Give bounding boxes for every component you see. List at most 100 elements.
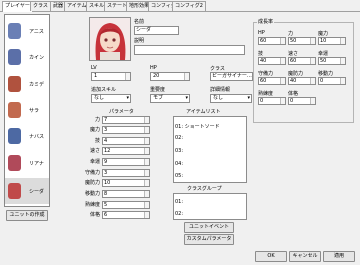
detail-info-value: なし (213, 95, 224, 101)
growth-spinbox[interactable]: 50 (318, 57, 346, 65)
param-spinbox[interactable]: 12 (102, 147, 150, 155)
growth-spinbox[interactable]: 0 (288, 97, 316, 105)
param-spinbox[interactable]: 5 (102, 201, 150, 209)
list-item[interactable]: アニス (5, 18, 49, 44)
character-sprite-icon (8, 23, 21, 39)
param-spinbox[interactable]: 6 (102, 211, 150, 219)
list-item[interactable]: 03: (175, 148, 183, 154)
params-panel: 力 7 魔力 3 技 4 速さ 12 幸運 9 守備力 3 魔防力 10 移動力… (84, 116, 166, 236)
spin-arrows-icon[interactable] (144, 127, 149, 133)
spin-arrows-icon[interactable] (144, 138, 149, 144)
spin-arrows-icon[interactable] (280, 58, 285, 64)
class-label: クラス (210, 66, 225, 72)
spin-arrows-icon[interactable] (280, 78, 285, 84)
spin-arrows-icon[interactable] (144, 191, 149, 197)
param-label: 力 (94, 117, 100, 123)
param-spinbox[interactable]: 3 (102, 126, 150, 134)
spin-arrows-icon[interactable] (144, 170, 149, 176)
spin-arrows-icon[interactable] (340, 38, 345, 44)
create-unit-button[interactable]: ユニットの作成 (6, 210, 48, 221)
item-list[interactable]: 01: ショートソード 02: 03: 04: 05: (173, 116, 247, 183)
growth-spinbox[interactable]: 0 (318, 77, 346, 85)
spin-arrows-icon[interactable] (280, 38, 285, 44)
spin-arrows-icon[interactable] (144, 202, 149, 208)
spin-arrows-icon[interactable] (125, 73, 130, 80)
custom-parameter-button[interactable]: カスタムパラメータ (184, 234, 234, 245)
spin-arrows-icon[interactable] (144, 117, 149, 123)
growth-label: 守備力 (258, 71, 274, 77)
detail-info-select[interactable]: なし ▾ (210, 94, 252, 103)
growth-spinbox[interactable]: 60 (288, 57, 316, 65)
growth-spinbox[interactable]: 60 (258, 37, 286, 45)
list-item-selected[interactable]: シーダ (5, 178, 49, 204)
spin-arrows-icon[interactable] (144, 159, 149, 165)
unit-event-button[interactable]: ユニットイベント (184, 222, 234, 233)
list-item[interactable]: カイン (5, 44, 49, 70)
list-item[interactable]: サラ (5, 97, 49, 123)
param-label: 守備力 (84, 170, 100, 176)
class-select[interactable]: ピーガサイナー… (210, 72, 253, 81)
character-name: アニス (29, 29, 44, 35)
growth-spinbox[interactable]: 50 (288, 37, 316, 45)
param-spinbox[interactable]: 9 (102, 158, 150, 166)
chevron-down-icon[interactable]: ▾ (126, 95, 129, 102)
list-item[interactable]: 05: (175, 173, 183, 179)
spin-arrows-icon[interactable] (310, 78, 315, 84)
character-list[interactable]: アニス カイン カミデ サラ ナバス リアナ シーダ (4, 14, 50, 207)
ok-button[interactable]: OK (255, 251, 287, 262)
spin-arrows-icon[interactable] (340, 78, 345, 84)
spin-arrows-icon[interactable] (340, 58, 345, 64)
growth-value: 40 (260, 58, 267, 64)
list-item[interactable]: 02: (175, 211, 183, 217)
list-item[interactable]: 01: (175, 199, 183, 205)
class-group-list[interactable]: 01: 02: (173, 193, 247, 220)
portrait-image[interactable] (89, 17, 131, 61)
importance-select[interactable]: モブ ▾ (150, 94, 190, 103)
spin-arrows-icon[interactable] (310, 38, 315, 44)
growth-label: 力 (288, 31, 294, 37)
spin-arrows-icon[interactable] (144, 212, 149, 218)
growth-spinbox[interactable]: 40 (258, 57, 286, 65)
character-name: シーダ (29, 189, 45, 195)
tab-config2[interactable]: コンフィグ2 (172, 1, 206, 11)
lv-spinbox[interactable]: 1 (91, 72, 131, 81)
spin-arrows-icon[interactable] (310, 58, 315, 64)
character-sprite-icon (8, 76, 21, 92)
param-spinbox[interactable]: 3 (102, 169, 150, 177)
name-label: 名前 (134, 19, 145, 25)
growth-spinbox[interactable]: 40 (288, 77, 316, 85)
list-item[interactable]: リアナ (5, 150, 49, 176)
list-item[interactable]: カミデ (5, 71, 49, 97)
spin-arrows-icon[interactable] (184, 73, 189, 80)
param-spinbox[interactable]: 4 (102, 137, 150, 145)
tab-class[interactable]: クラス (30, 1, 51, 11)
hp-spinbox[interactable]: 20 (150, 72, 190, 81)
cancel-button[interactable]: キャンセル (289, 251, 321, 262)
growth-value: 0 (290, 98, 294, 104)
param-value: 4 (104, 138, 108, 144)
param-spinbox[interactable]: 7 (102, 116, 150, 124)
name-field[interactable]: シーダ (134, 26, 179, 35)
param-label: 技 (94, 138, 100, 144)
spin-arrows-icon[interactable] (144, 148, 149, 154)
chevron-down-icon[interactable]: ▾ (247, 95, 250, 102)
list-item[interactable]: 01: ショートソード (175, 123, 220, 130)
list-item[interactable]: ナバス (5, 123, 49, 149)
chevron-down-icon[interactable]: ▾ (185, 95, 188, 102)
growth-spinbox[interactable]: 60 (258, 77, 286, 85)
spin-arrows-icon[interactable] (280, 98, 285, 104)
param-spinbox[interactable]: 10 (102, 179, 150, 187)
list-item[interactable]: 02: (175, 135, 183, 141)
tab-player[interactable]: プレイヤー (2, 1, 33, 12)
spin-arrows-icon[interactable] (310, 98, 315, 104)
param-spinbox[interactable]: 8 (102, 190, 150, 198)
description-label: 説明 (134, 38, 145, 44)
list-item[interactable]: 04: (175, 161, 183, 167)
growth-label: HP (258, 30, 265, 36)
apply-button[interactable]: 適用 (323, 251, 355, 262)
extra-skill-select[interactable]: なし ▾ (91, 94, 131, 103)
growth-spinbox[interactable]: 0 (258, 97, 286, 105)
spin-arrows-icon[interactable] (144, 180, 149, 186)
growth-spinbox[interactable]: 10 (318, 37, 346, 45)
description-field[interactable] (134, 45, 245, 55)
